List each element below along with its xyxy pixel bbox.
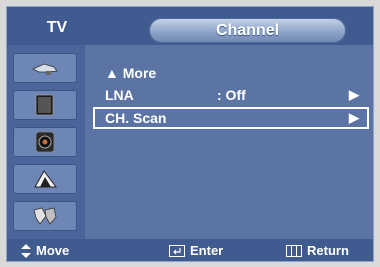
sidebar-item-setup[interactable] xyxy=(13,201,77,231)
right-arrow-icon: ▶ xyxy=(349,110,359,125)
menu-header: TV Channel xyxy=(7,7,373,45)
key-guide-bar: Move Enter Return xyxy=(7,239,373,261)
picture-screen-icon xyxy=(35,94,54,116)
move-label: Move xyxy=(36,243,70,258)
return-icon xyxy=(286,245,302,257)
sidebar-item-sound[interactable] xyxy=(13,127,77,157)
move-hint: Move xyxy=(21,239,70,261)
speaker-icon xyxy=(35,131,55,153)
right-arrow-icon: ▶ xyxy=(349,87,359,102)
up-down-arrows-icon xyxy=(21,244,31,258)
source-label: TV xyxy=(46,19,68,36)
menu-item-label: CH. Scan xyxy=(105,110,167,126)
menu-item-label: ▲ More xyxy=(105,65,157,81)
sidebar-item-channel[interactable] xyxy=(13,164,77,194)
channel-satellite-icon xyxy=(34,170,57,188)
menu-category-sidebar xyxy=(7,45,85,239)
return-hint: Return xyxy=(286,239,349,261)
enter-label: Enter xyxy=(190,243,224,258)
menu-item-ch-scan[interactable]: CH. Scan ▶ xyxy=(93,107,369,129)
sidebar-item-input[interactable] xyxy=(13,53,77,83)
enter-hint: Enter xyxy=(169,239,224,261)
menu-item-label: LNA xyxy=(105,87,134,103)
return-label: Return xyxy=(307,243,349,258)
menu-item-value: : Off xyxy=(217,87,246,103)
enter-icon xyxy=(169,245,185,257)
menu-item-more[interactable]: ▲ More xyxy=(93,62,369,84)
menu-item-lna[interactable]: LNA : Off ▶ xyxy=(93,84,369,106)
osd-menu-panel: TV Channel ▲ More LNA: Off ▶ CH. Scan ▶… xyxy=(6,6,374,262)
antenna-icon xyxy=(32,63,58,75)
menu-title: Channel xyxy=(149,18,346,43)
setup-icon xyxy=(33,207,57,225)
sidebar-item-picture[interactable] xyxy=(13,90,77,120)
